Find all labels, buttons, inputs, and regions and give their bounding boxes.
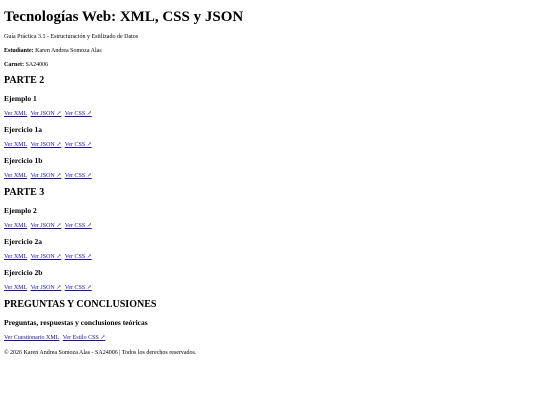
example-title: Ejemplo 1 xyxy=(4,94,37,103)
view-json-link[interactable]: Ver JSON ↗ xyxy=(31,223,62,229)
section-parte-3: PARTE 3 Ejemplo 2 Ver XML Ver JSON ↗ Ver… xyxy=(4,187,536,292)
view-json-link[interactable]: Ver JSON ↗ xyxy=(31,173,62,179)
example-title: Ejercicio 1a xyxy=(4,125,42,134)
section-preguntas: PREGUNTAS Y CONCLUSIONES Preguntas, resp… xyxy=(4,299,536,342)
page-footer: © 2026 Karen Andrea Somoza Alas - SA2400… xyxy=(4,350,197,356)
view-css-link[interactable]: Ver CSS ↗ xyxy=(65,223,92,229)
view-json-link[interactable]: Ver JSON ↗ xyxy=(31,285,62,291)
view-css-style-link[interactable]: Ver Estilo CSS ↗ xyxy=(63,335,106,341)
page: Tecnologías Web: XML, CSS y JSON Guía Pr… xyxy=(4,8,536,357)
page-title: Tecnologías Web: XML, CSS y JSON xyxy=(4,9,244,25)
example-title: Ejercicio 1b xyxy=(4,156,43,165)
link-group: Ver XML Ver JSON ↗ Ver CSS ↗ xyxy=(4,222,536,230)
example-title: Ejercicio 2a xyxy=(4,237,42,246)
link-group: Ver XML Ver JSON ↗ Ver CSS ↗ xyxy=(4,172,536,180)
section-heading: PARTE 3 xyxy=(4,187,45,198)
link-group: Ver XML Ver JSON ↗ Ver CSS ↗ xyxy=(4,253,536,261)
view-questionnaire-xml-link[interactable]: Ver Cuestionario XML xyxy=(4,335,59,341)
student-label: Estudiante: xyxy=(4,48,34,54)
example-title: Ejemplo 2 xyxy=(4,206,37,215)
carnet-line: Carnet: SA24006 xyxy=(4,61,536,69)
example-title: Ejercicio 2b xyxy=(4,268,43,277)
view-css-link[interactable]: Ver CSS ↗ xyxy=(65,111,92,117)
carnet-label: Carnet: xyxy=(4,62,24,68)
view-xml-link[interactable]: Ver XML xyxy=(4,223,27,229)
view-xml-link[interactable]: Ver XML xyxy=(4,111,27,117)
section-parte-2: PARTE 2 Ejemplo 1 Ver XML Ver JSON ↗ Ver… xyxy=(4,75,536,180)
view-json-link[interactable]: Ver JSON ↗ xyxy=(31,111,62,117)
view-css-link[interactable]: Ver CSS ↗ xyxy=(65,285,92,291)
example-title: Preguntas, respuestas y conclusiones teó… xyxy=(4,318,148,327)
view-css-link[interactable]: Ver CSS ↗ xyxy=(65,142,92,148)
view-css-link[interactable]: Ver CSS ↗ xyxy=(65,173,92,179)
view-xml-link[interactable]: Ver XML xyxy=(4,285,27,291)
section-heading: PREGUNTAS Y CONCLUSIONES xyxy=(4,299,157,310)
student-line: Estudiante: Karen Andrea Somoza Alas xyxy=(4,47,536,55)
view-xml-link[interactable]: Ver XML xyxy=(4,173,27,179)
section-heading: PARTE 2 xyxy=(4,75,45,86)
link-group: Ver Cuestionario XML Ver Estilo CSS ↗ xyxy=(4,334,536,342)
view-json-link[interactable]: Ver JSON ↗ xyxy=(31,254,62,260)
link-group: Ver XML Ver JSON ↗ Ver CSS ↗ xyxy=(4,141,536,149)
page-subtitle: Guía Práctica 3.1 - Estructuración y Est… xyxy=(4,34,139,40)
student-name: Karen Andrea Somoza Alas xyxy=(35,48,102,54)
link-group: Ver XML Ver JSON ↗ Ver CSS ↗ xyxy=(4,110,536,118)
view-xml-link[interactable]: Ver XML xyxy=(4,142,27,148)
link-group: Ver XML Ver JSON ↗ Ver CSS ↗ xyxy=(4,284,536,292)
view-xml-link[interactable]: Ver XML xyxy=(4,254,27,260)
view-json-link[interactable]: Ver JSON ↗ xyxy=(31,142,62,148)
carnet-value: SA24006 xyxy=(25,62,49,68)
view-css-link[interactable]: Ver CSS ↗ xyxy=(65,254,92,260)
